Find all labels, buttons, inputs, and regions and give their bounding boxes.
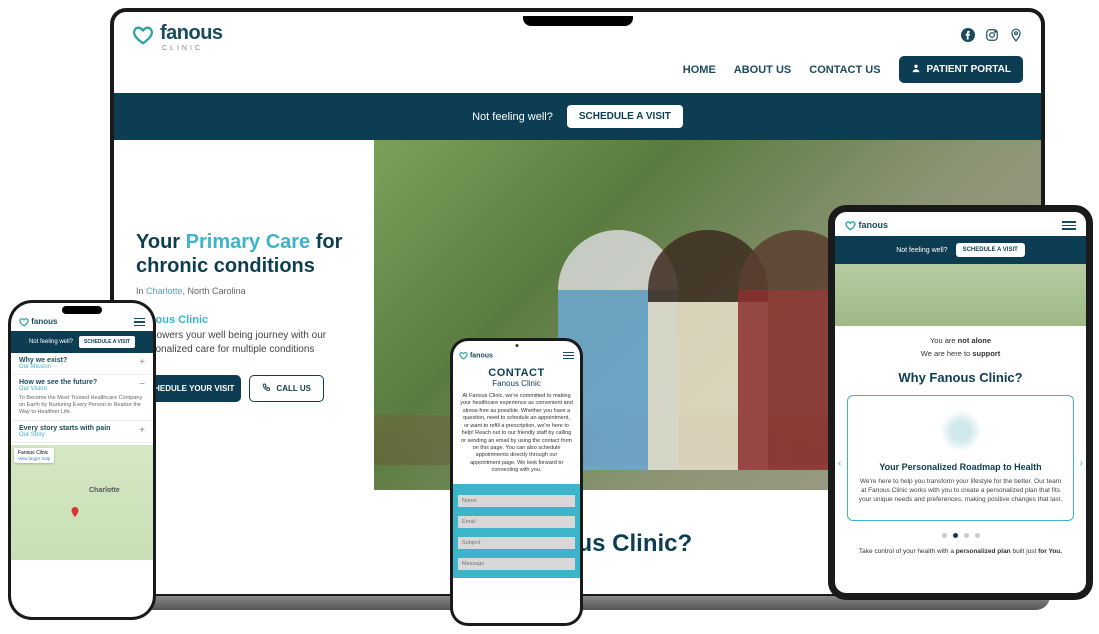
tablet-device: fanous Not feeling well? SCHEDULE A VISI…	[828, 205, 1093, 600]
phone-icon	[262, 383, 271, 394]
nav-home[interactable]: HOME	[683, 64, 716, 76]
tagline-2: We are here to support	[835, 349, 1086, 362]
dot-4[interactable]	[975, 533, 980, 538]
brand-name: fanous	[160, 22, 223, 45]
hero-location: In Charlotte, North Carolina	[136, 286, 356, 296]
patient-portal-button[interactable]: PATIENT PORTAL	[899, 56, 1023, 83]
contact-title: CONTACT Fanous Clinic	[453, 363, 580, 388]
card-title: Your Personalized Roadmap to Health	[858, 462, 1063, 472]
message-input[interactable]	[458, 558, 575, 570]
nav-contact[interactable]: CONTACT US	[809, 64, 880, 76]
phone1-banner: Not feeling well? SCHEDULE A VISIT	[11, 331, 153, 353]
accordion-story[interactable]: Every story starts with pain Our Story +	[11, 421, 153, 443]
banner-text: Not feeling well?	[472, 111, 553, 123]
tablet-screen: fanous Not feeling well? SCHEDULE A VISI…	[835, 212, 1086, 593]
phone-notch	[62, 306, 102, 314]
location-icon[interactable]	[1009, 28, 1023, 47]
map-city-label: Charlotte	[89, 487, 120, 494]
tagline-1: You are not alone	[835, 326, 1086, 349]
minus-icon: −	[139, 379, 145, 390]
laptop-nav: HOME ABOUT US CONTACT US PATIENT PORTAL	[114, 56, 1041, 93]
hamburger-menu-icon[interactable]	[134, 318, 145, 326]
social-icons	[961, 28, 1023, 47]
hamburger-menu-icon[interactable]	[563, 352, 574, 360]
tablet-header: fanous	[835, 212, 1086, 236]
tablet-logo[interactable]: fanous	[845, 220, 888, 231]
phone-center-device: fanous CONTACT Fanous Clinic At Fanous C…	[450, 338, 583, 626]
accordion-mission[interactable]: Why we exist? Our Mission +	[11, 353, 153, 375]
brand-logo[interactable]: fanous CLINIC	[132, 22, 223, 52]
health-heart-icon	[940, 410, 982, 452]
phone-left-device: fanous Not feeling well? SCHEDULE A VISI…	[8, 300, 156, 620]
map-info-box: Fanous Clinic View larger map	[14, 448, 54, 463]
tablet-hero-image	[835, 264, 1086, 326]
dot-2[interactable]	[953, 533, 958, 538]
plus-icon: +	[139, 425, 145, 436]
contact-body: At Fanous Clinic, we're committed to mak…	[453, 388, 580, 480]
dot-3[interactable]	[964, 533, 969, 538]
email-input[interactable]	[458, 516, 575, 528]
hamburger-menu-icon[interactable]	[1062, 221, 1076, 230]
dot-1[interactable]	[942, 533, 947, 538]
facebook-icon[interactable]	[961, 28, 975, 47]
hero-description: Empowers your well being journey with ou…	[136, 329, 356, 357]
hero-title: Your Primary Care for chronic conditions	[136, 230, 356, 278]
hero-clinic-name: Fanous Clinic	[136, 314, 356, 326]
feature-card: Your Personalized Roadmap to Health We'r…	[847, 395, 1074, 521]
card-body: We're here to help you transform your li…	[858, 477, 1063, 504]
call-us-button[interactable]: CALL US	[249, 375, 324, 402]
phone2-logo[interactable]: fanous	[459, 351, 493, 360]
name-input[interactable]	[458, 495, 575, 507]
hero-buttons: SCHEDULE YOUR VISIT CALL US	[136, 375, 356, 402]
nav-about[interactable]: ABOUT US	[734, 64, 791, 76]
laptop-notch	[523, 16, 633, 26]
portal-label: PATIENT PORTAL	[927, 64, 1011, 75]
accordion-vision[interactable]: How we see the future? Our Vision − To B…	[11, 375, 153, 421]
tablet-banner: Not feeling well? SCHEDULE A VISIT	[835, 236, 1086, 264]
contact-form	[453, 484, 580, 578]
instagram-icon[interactable]	[985, 28, 999, 47]
carousel-dots	[835, 521, 1086, 546]
tablet-section-title: Why Fanous Clinic?	[835, 362, 1086, 395]
phone-camera	[515, 344, 518, 347]
subject-input[interactable]	[458, 537, 575, 549]
view-larger-map-link[interactable]: View larger map	[18, 456, 50, 461]
phone1-schedule-button[interactable]: SCHEDULE A VISIT	[79, 336, 135, 348]
map-widget[interactable]: Fanous Clinic View larger map Charlotte	[11, 445, 153, 560]
brand-subtitle: CLINIC	[162, 45, 223, 52]
phone-center-screen: fanous CONTACT Fanous Clinic At Fanous C…	[453, 341, 580, 623]
carousel-next-icon[interactable]: ›	[1080, 458, 1083, 469]
schedule-visit-button[interactable]: SCHEDULE A VISIT	[567, 105, 683, 128]
map-pin-icon	[69, 505, 81, 523]
phone-left-screen: fanous Not feeling well? SCHEDULE A VISI…	[11, 303, 153, 617]
carousel-prev-icon[interactable]: ‹	[838, 458, 841, 469]
phone1-logo[interactable]: fanous	[19, 317, 57, 327]
tablet-footer-text: Take control of your health with a perso…	[835, 546, 1086, 557]
plus-icon: +	[139, 357, 145, 368]
tablet-schedule-button[interactable]: SCHEDULE A VISIT	[956, 243, 1025, 257]
user-icon	[911, 63, 921, 76]
heart-logo-icon	[132, 24, 154, 51]
laptop-cta-banner: Not feeling well? SCHEDULE A VISIT	[114, 93, 1041, 140]
